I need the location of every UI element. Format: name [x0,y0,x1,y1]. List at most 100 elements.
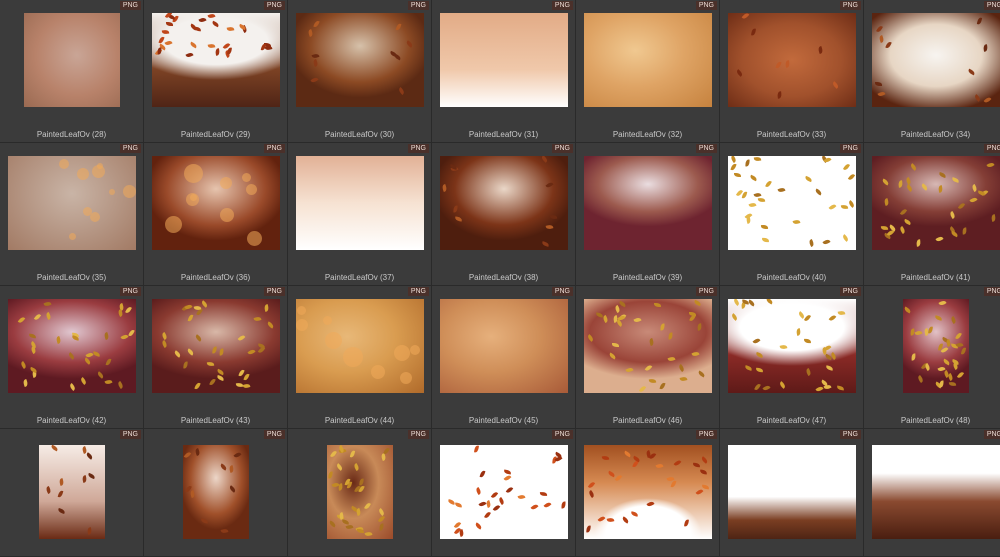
leaf-decoration [730,312,739,321]
thumbnail-cell[interactable]: PNG PaintedLeafOv (35) [0,143,144,286]
thumbnail-image[interactable] [24,13,120,107]
leaf-decoration [841,233,850,242]
leaf-decoration [226,47,232,55]
thumbnail-image[interactable] [728,445,856,539]
thumbnail-cell[interactable]: PNG PaintedLeafOv (47) [720,286,864,429]
leaf-decoration [492,504,500,513]
thumbnail-image[interactable] [440,13,568,107]
thumbnail-image[interactable] [872,445,1000,539]
thumbnail-cell[interactable]: PNG PaintedLeafOv (38) [432,143,576,286]
leaf-decoration [265,44,273,51]
leaf-decoration [22,379,29,388]
leaf-decoration [837,310,846,316]
thumbnail-image[interactable] [728,13,856,107]
thumbnail-cell[interactable]: PNG PaintedLeafOv (31) [432,0,576,143]
thumbnail-image[interactable] [728,156,856,250]
thumbnail-image[interactable] [296,13,424,107]
leaf-decoration [160,332,168,341]
thumbnail-image[interactable] [296,156,424,250]
thumbnail-image[interactable] [584,156,712,250]
thumbnail-cell[interactable]: PNG PaintedLeafOv (43) [144,286,288,429]
thumbnail-cell[interactable]: PNG [720,429,864,557]
thumbnail-cell[interactable]: PNG PaintedLeafOv (37) [288,143,432,286]
leaf-decoration [355,508,362,517]
leaf-decoration [753,191,762,198]
thumbnail-image[interactable] [440,299,568,393]
thumbnail-image[interactable] [39,445,105,539]
leaf-decoration [903,219,912,226]
thumbnail-cell[interactable]: PNG [144,429,288,557]
thumbnail-cell[interactable]: PNG [288,429,432,557]
thumbnail-image[interactable] [152,13,280,107]
leaf-decoration [732,299,740,307]
thumbnail-cell[interactable]: PNG [432,429,576,557]
leaf-decoration [364,501,372,510]
thumbnail-cell[interactable]: PNG PaintedLeafOv (30) [288,0,432,143]
file-type-badge: PNG [551,1,573,10]
thumbnail-cell[interactable]: PNG [864,429,1000,557]
thumbnail-image[interactable] [183,445,249,539]
thumbnail-cell[interactable]: PNG PaintedLeafOv (36) [144,143,288,286]
leaf-decoration [328,520,337,529]
leaf-decoration [352,463,360,472]
thumbnail-image[interactable] [296,299,424,393]
thumbnail-image[interactable] [440,445,568,539]
thumbnail-image[interactable] [584,13,712,107]
thumbnail-cell[interactable]: PNG PaintedLeafOv (45) [432,286,576,429]
thumbnail-cell[interactable]: PNG PaintedLeafOv (33) [720,0,864,143]
thumbnail-cell[interactable]: PNG PaintedLeafOv (46) [576,286,720,429]
thumbnail-image[interactable] [152,299,280,393]
leaf-decoration [823,383,832,391]
file-type-badge: PNG [263,1,285,10]
thumbnail-image[interactable] [728,299,856,393]
thumbnail-cell[interactable]: PNG PaintedLeafOv (41) [864,143,1000,286]
thumbnail-cell[interactable]: PNG [576,429,720,557]
leaf-decoration [883,197,890,206]
leaf-decoration [505,486,514,495]
thumbnail-image[interactable] [872,13,1000,107]
leaf-decoration [784,60,790,68]
thumbnail-image[interactable] [8,156,136,250]
thumbnail-cell[interactable]: PNG [0,429,144,557]
leaf-decoration [164,40,173,47]
thumbnail-cell[interactable]: PNG PaintedLeafOv (34) [864,0,1000,143]
thumbnail-cell[interactable]: PNG PaintedLeafOv (48) [864,286,1000,429]
leaf-decoration [924,363,932,372]
leaf-decoration [341,519,350,525]
leaf-decoration [105,358,112,367]
thumbnail-cell[interactable]: PNG PaintedLeafOv (40) [720,143,864,286]
thumbnail-image[interactable] [152,156,280,250]
leaf-decoration [539,491,548,497]
file-type-badge: PNG [695,287,717,296]
leaf-decoration [194,334,203,343]
thumbnail-image[interactable] [327,445,393,539]
thumbnail-image[interactable] [440,156,568,250]
leaf-decoration [961,227,967,235]
thumbnail-cell[interactable]: PNG PaintedLeafOv (32) [576,0,720,143]
thumbnail-image[interactable] [584,445,712,539]
leaf-decoration [116,381,124,390]
thumbnail-caption: PaintedLeafOv (42) [36,416,107,425]
leaf-decoration [85,452,94,460]
leaf-decoration [735,69,744,78]
leaf-decoration [836,385,845,391]
bokeh-light [393,344,410,361]
thumbnail-image[interactable] [903,299,969,393]
thumbnail-image[interactable] [584,299,712,393]
thumbnail-cell[interactable]: PNG PaintedLeafOv (39) [576,143,720,286]
leaf-decoration [762,384,771,392]
leaf-decoration [817,45,824,54]
thumbnail-caption: PaintedLeafOv (36) [180,273,251,282]
leaf-decoration [478,500,487,508]
file-type-badge: PNG [407,1,429,10]
leaf-decoration [874,81,882,86]
thumbnail-cell[interactable]: PNG PaintedLeafOv (29) [144,0,288,143]
thumbnail-cell[interactable]: PNG PaintedLeafOv (28) [0,0,144,143]
thumbnail-image[interactable] [8,299,136,393]
thumbnail-image[interactable] [872,156,1000,250]
thumbnail-cell[interactable]: PNG PaintedLeafOv (42) [0,286,144,429]
leaf-decoration [243,373,250,382]
thumbnail-cell[interactable]: PNG PaintedLeafOv (44) [288,286,432,429]
leaf-decoration [976,17,983,26]
leaf-decoration [193,26,202,32]
